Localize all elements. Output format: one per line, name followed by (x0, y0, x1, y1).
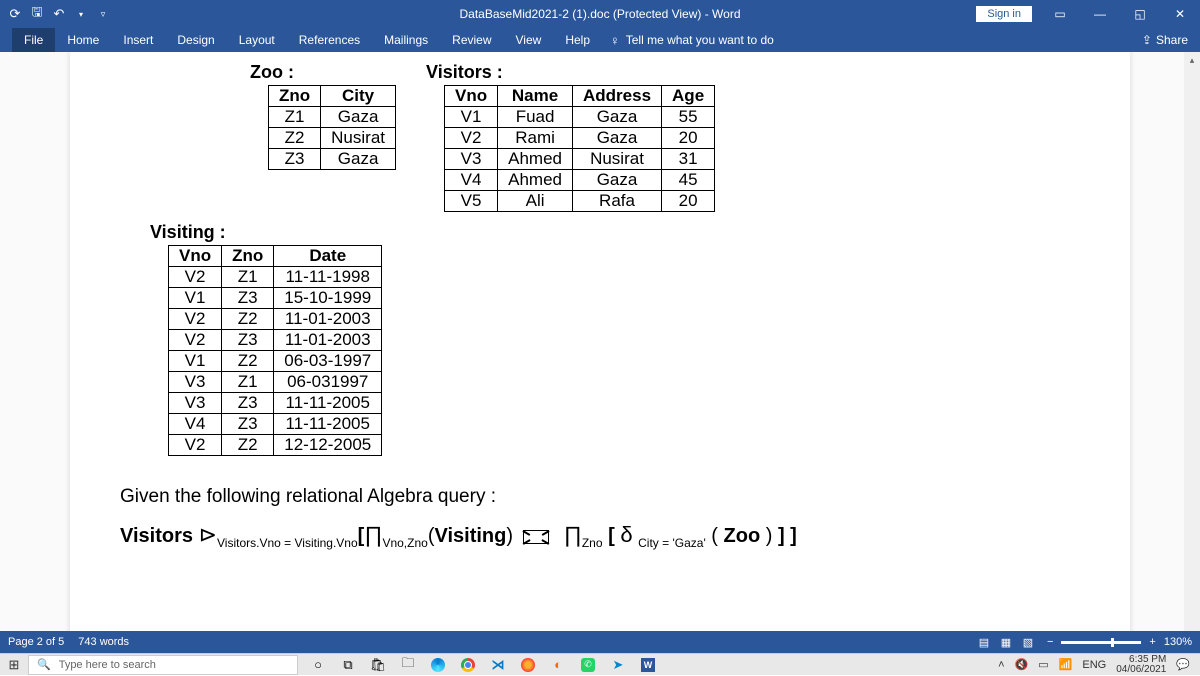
tab-layout[interactable]: Layout (227, 28, 287, 52)
print-layout-icon[interactable]: ▦ (995, 633, 1017, 651)
table-row: VnoZnoDate (169, 246, 382, 267)
clock[interactable]: 6:35 PM 04/06/2021 (1116, 655, 1166, 675)
maximize-button[interactable]: ◱ (1120, 0, 1160, 28)
table-row: V1Z315-10-1999 (169, 288, 382, 309)
file-explorer-icon[interactable]: 🗀 (396, 656, 420, 674)
minimize-button[interactable]: — (1080, 0, 1120, 28)
tab-review[interactable]: Review (440, 28, 503, 52)
visitors-table: VnoNameAddressAge V1FuadGaza55 V2RamiGaz… (444, 85, 715, 212)
telegram-icon[interactable]: ➤ (606, 656, 630, 674)
tab-file[interactable]: File (12, 28, 55, 52)
wifi-icon[interactable]: 📶 (1059, 658, 1073, 671)
tell-me-search[interactable]: ♀ Tell me what you want to do (610, 33, 774, 48)
close-button[interactable]: ✕ (1160, 0, 1200, 28)
customize-qat-icon[interactable]: ▿ (94, 5, 112, 23)
language-indicator[interactable]: ENG (1082, 659, 1106, 671)
tab-view[interactable]: View (504, 28, 554, 52)
zoom-out-button[interactable]: − (1047, 636, 1053, 648)
table-row: V2Z212-12-2005 (169, 435, 382, 456)
table-row: V2Z211-01-2003 (169, 309, 382, 330)
read-mode-icon[interactable]: ▤ (973, 633, 995, 651)
zoo-table: ZnoCity Z1Gaza Z2Nusirat Z3Gaza (268, 85, 396, 170)
visiting-title: Visiting : (150, 222, 1110, 243)
vscode-icon[interactable]: ⋊ (486, 656, 510, 674)
ribbon-display-icon[interactable]: ▭ (1040, 0, 1080, 28)
tray-chevron-icon[interactable]: ˄ (998, 659, 1004, 671)
battery-icon[interactable]: ▭ (1038, 658, 1048, 671)
autosave-icon[interactable]: ⟳ (6, 5, 24, 23)
redo-icon[interactable]: ▾ (72, 5, 90, 23)
whatsapp-icon[interactable]: ✆ (576, 656, 600, 674)
share-icon: ⇪ (1142, 33, 1152, 47)
signin-button[interactable]: Sign in (976, 6, 1032, 22)
cortana-icon[interactable]: ○ (306, 656, 330, 674)
table-row: V4AhmedGaza45 (445, 170, 715, 191)
taskbar-search[interactable]: 🔍 Type here to search (28, 655, 298, 675)
page-indicator[interactable]: Page 2 of 5 (8, 636, 64, 648)
visitors-title: Visitors : (426, 62, 715, 83)
zoo-title: Zoo : (250, 62, 396, 83)
time-label: 6:35 PM (1129, 655, 1166, 665)
document-title: DataBaseMid2021-2 (1).doc (Protected Vie… (459, 7, 740, 21)
join-icon (523, 530, 549, 544)
table-row: V1Z206-03-1997 (169, 351, 382, 372)
table-row: V2RamiGaza20 (445, 128, 715, 149)
share-button[interactable]: ⇪ Share (1142, 33, 1188, 47)
firefox-icon[interactable] (516, 656, 540, 674)
date-label: 04/06/2021 (1116, 665, 1166, 675)
tab-home[interactable]: Home (55, 28, 111, 52)
undo-icon[interactable]: ↶ (50, 5, 68, 23)
table-row: V3Z311-11-2005 (169, 393, 382, 414)
table-row: V4Z311-11-2005 (169, 414, 382, 435)
table-row: V2Z111-11-1998 (169, 267, 382, 288)
scroll-up-icon[interactable]: ▴ (1184, 52, 1200, 68)
task-view-icon[interactable]: ⧉ (336, 656, 360, 674)
tab-mailings[interactable]: Mailings (372, 28, 440, 52)
table-row: V3Z106-031997 (169, 372, 382, 393)
share-label: Share (1156, 33, 1188, 47)
app-icon[interactable]: ◐ (546, 656, 570, 674)
tab-references[interactable]: References (287, 28, 372, 52)
tab-insert[interactable]: Insert (111, 28, 165, 52)
document-page: Zoo : ZnoCity Z1Gaza Z2Nusirat Z3Gaza Vi… (70, 52, 1130, 653)
tell-me-label: Tell me what you want to do (626, 33, 774, 47)
tab-design[interactable]: Design (165, 28, 226, 52)
table-row: VnoNameAddressAge (445, 86, 715, 107)
zoom-level[interactable]: 130% (1164, 636, 1192, 648)
table-row: V2Z311-01-2003 (169, 330, 382, 351)
edge-icon[interactable] (426, 656, 450, 674)
table-row: Z2Nusirat (269, 128, 396, 149)
start-button[interactable]: ⊞ (0, 654, 28, 676)
search-placeholder: Type here to search (59, 659, 156, 671)
word-icon[interactable]: W (636, 656, 660, 674)
table-row: Z1Gaza (269, 107, 396, 128)
save-icon[interactable]: 🖫 (28, 5, 46, 23)
algebra-expression: Visitors ⊳Visitors.Vno = Visiting.Vno[∏V… (120, 522, 1110, 550)
table-row: V3AhmedNusirat31 (445, 149, 715, 170)
volume-icon[interactable]: 🔇 (1015, 658, 1029, 671)
table-row: V1FuadGaza55 (445, 107, 715, 128)
tab-help[interactable]: Help (553, 28, 602, 52)
notifications-icon[interactable]: 💬 (1176, 658, 1190, 671)
visiting-table: VnoZnoDate V2Z111-11-1998 V1Z315-10-1999… (168, 245, 382, 456)
word-count[interactable]: 743 words (78, 636, 129, 648)
zoom-in-button[interactable]: + (1149, 636, 1155, 648)
table-row: Z3Gaza (269, 149, 396, 170)
lightbulb-icon: ♀ (610, 33, 620, 48)
zoom-slider[interactable] (1061, 641, 1141, 644)
vertical-scrollbar[interactable]: ▴ ▾ (1184, 52, 1200, 653)
search-icon: 🔍 (37, 658, 51, 671)
query-intro: Given the following relational Algebra q… (120, 486, 1110, 508)
table-row: ZnoCity (269, 86, 396, 107)
store-icon[interactable]: 🛍 (366, 656, 390, 674)
table-row: V5AliRafa20 (445, 191, 715, 212)
chrome-icon[interactable] (456, 656, 480, 674)
web-layout-icon[interactable]: ▧ (1017, 633, 1039, 651)
